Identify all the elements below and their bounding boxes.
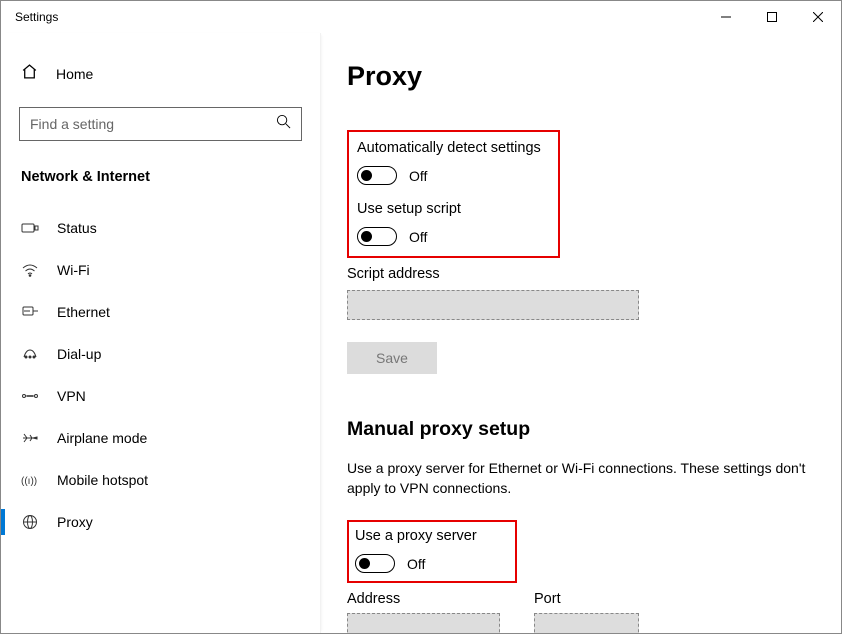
sidebar-item-label: Status — [57, 220, 97, 236]
sidebar-item-wifi[interactable]: Wi-Fi — [1, 249, 320, 291]
manual-section-header: Manual proxy setup — [347, 418, 815, 441]
svg-text:((ı)): ((ı)) — [21, 476, 37, 487]
page-title: Proxy — [347, 61, 815, 92]
port-label: Port — [534, 591, 639, 607]
setup-script-state: Off — [409, 229, 427, 245]
home-nav[interactable]: Home — [1, 53, 320, 95]
proxy-icon — [21, 514, 39, 530]
dialup-icon — [21, 347, 39, 361]
use-proxy-state: Off — [407, 556, 425, 572]
setup-script-toggle[interactable] — [357, 227, 397, 246]
maximize-button[interactable] — [749, 1, 795, 33]
use-proxy-toggle[interactable] — [355, 554, 395, 573]
sidebar-item-label: Ethernet — [57, 304, 110, 320]
highlight-proxy-section: Use a proxy server Off — [347, 520, 517, 583]
sidebar-item-airplane[interactable]: Airplane mode — [1, 417, 320, 459]
sidebar-item-vpn[interactable]: VPN — [1, 375, 320, 417]
home-label: Home — [56, 66, 93, 82]
wifi-icon — [21, 263, 39, 277]
script-address-input[interactable] — [347, 290, 639, 320]
window-controls — [703, 1, 841, 33]
close-button[interactable] — [795, 1, 841, 33]
script-address-label: Script address — [347, 266, 815, 282]
address-label: Address — [347, 591, 500, 607]
sidebar-item-label: Wi-Fi — [57, 262, 90, 278]
sidebar-item-proxy[interactable]: Proxy — [1, 501, 320, 543]
highlight-auto-section: Automatically detect settings Off Use se… — [347, 130, 560, 258]
status-icon — [21, 221, 39, 235]
sidebar-item-status[interactable]: Status — [1, 207, 320, 249]
sidebar-item-label: Mobile hotspot — [57, 472, 148, 488]
setup-script-label: Use setup script — [357, 201, 548, 217]
window-title: Settings — [15, 10, 58, 24]
sidebar-item-ethernet[interactable]: Ethernet — [1, 291, 320, 333]
manual-section-desc: Use a proxy server for Ethernet or Wi-Fi… — [347, 459, 807, 498]
port-input[interactable] — [534, 613, 639, 633]
sidebar-item-label: VPN — [57, 388, 86, 404]
sidebar: Home Network & Internet Status Wi-Fi Eth… — [1, 33, 321, 633]
main-content: Proxy Automatically detect settings Off … — [321, 33, 841, 633]
sidebar-item-hotspot[interactable]: ((ı)) Mobile hotspot — [1, 459, 320, 501]
airplane-icon — [21, 431, 39, 445]
hotspot-icon: ((ı)) — [21, 473, 39, 487]
vpn-icon — [21, 389, 39, 403]
sidebar-item-label: Airplane mode — [57, 430, 147, 446]
minimize-button[interactable] — [703, 1, 749, 33]
address-input[interactable] — [347, 613, 500, 633]
auto-detect-label: Automatically detect settings — [357, 140, 548, 156]
auto-detect-toggle[interactable] — [357, 166, 397, 185]
sidebar-item-label: Dial-up — [57, 346, 101, 362]
sidebar-item-dialup[interactable]: Dial-up — [1, 333, 320, 375]
ethernet-icon — [21, 305, 39, 319]
home-icon — [21, 63, 38, 85]
auto-detect-state: Off — [409, 168, 427, 184]
use-proxy-label: Use a proxy server — [355, 528, 507, 544]
sidebar-item-label: Proxy — [57, 514, 93, 530]
category-header: Network & Internet — [1, 159, 320, 199]
save-button[interactable]: Save — [347, 342, 437, 374]
search-input[interactable] — [30, 116, 276, 132]
search-box[interactable] — [19, 107, 302, 141]
search-icon — [276, 114, 291, 134]
